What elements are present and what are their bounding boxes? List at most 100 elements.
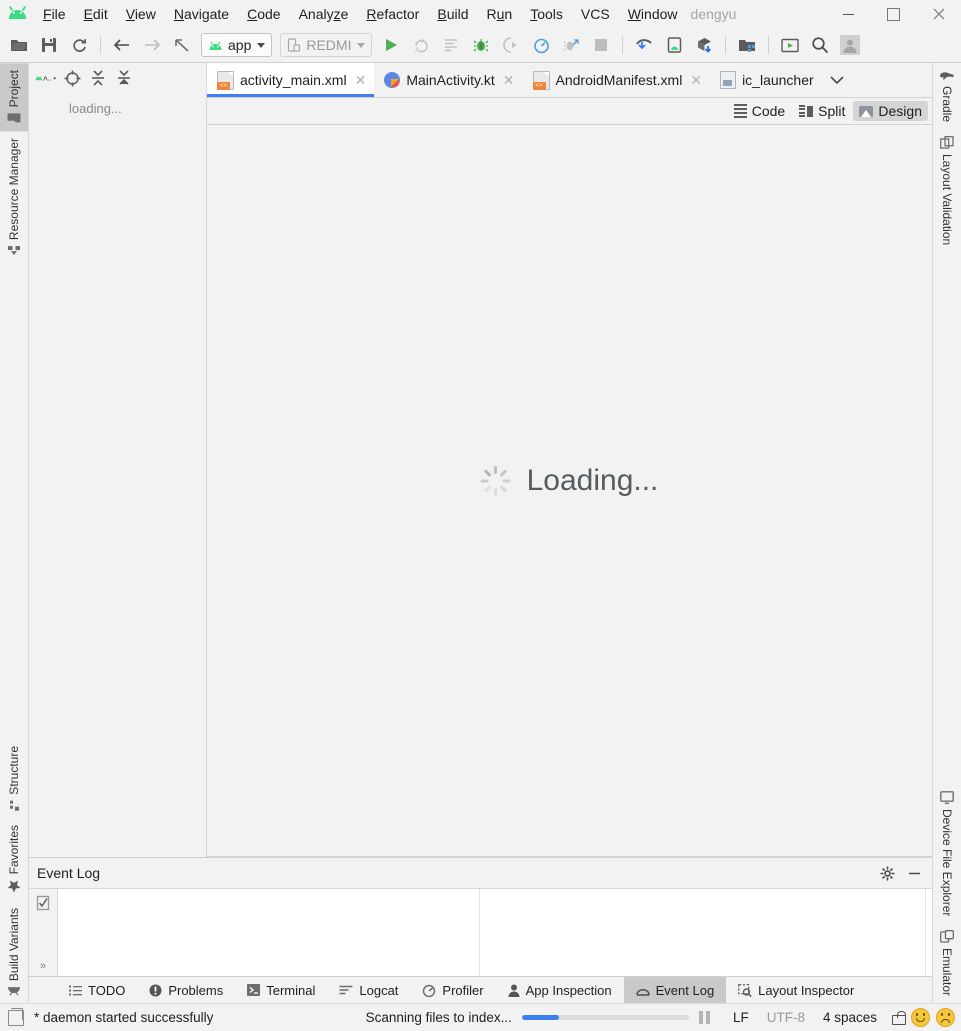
bottom-tab-event-log[interactable]: Event Log (623, 977, 727, 1003)
editor-tab-androidmanifest-xml[interactable]: <> AndroidManifest.xml ✕ (523, 63, 711, 97)
project-toolbar: A.. (29, 63, 206, 93)
chevron-down-icon (257, 42, 266, 48)
sidebar-item-project[interactable]: Project (0, 63, 28, 132)
bottom-tab-todo[interactable]: TODO (57, 977, 137, 1003)
menu-vcs[interactable]: VCS (572, 0, 619, 28)
close-icon[interactable]: ✕ (355, 73, 367, 87)
sidebar-item-label: Favorites (7, 825, 21, 875)
bottom-tab-layout-inspector[interactable]: Layout Inspector (726, 977, 866, 1003)
pause-icon[interactable] (698, 1011, 710, 1024)
sidebar-item-structure[interactable]: Structure (0, 739, 28, 819)
editor-tab-label: MainActivity.kt (406, 72, 495, 88)
search-everywhere-icon[interactable] (807, 32, 833, 58)
toggle-toolwindows-icon[interactable] (8, 1007, 24, 1026)
user-avatar-icon[interactable] (837, 32, 863, 58)
menu-code[interactable]: Code (238, 0, 289, 28)
select-opened-file-icon[interactable] (61, 67, 83, 89)
editor-tab-activity-main-xml[interactable]: <> activity_main.xml ✕ (207, 63, 375, 97)
menu-window[interactable]: Window (619, 0, 687, 28)
forward-icon[interactable] (139, 32, 165, 58)
minimize-icon[interactable] (907, 866, 922, 881)
view-mode-code[interactable]: Code (728, 101, 791, 121)
sidebar-item-gradle[interactable]: Gradle (933, 63, 961, 129)
project-structure-icon[interactable] (734, 32, 760, 58)
run-icon[interactable] (378, 32, 404, 58)
sidebar-item-build-variants[interactable]: Build Variants (0, 901, 28, 1003)
sidebar-item-favorites[interactable]: Favorites (0, 818, 28, 900)
sidebar-item-layout-validation[interactable]: Layout Validation (933, 129, 961, 252)
profiler-icon[interactable] (528, 32, 554, 58)
expand-all-icon[interactable] (87, 67, 109, 89)
close-button[interactable] (916, 0, 961, 28)
menu-refactor[interactable]: Refactor (357, 0, 428, 28)
kotlin-file-icon (384, 72, 401, 88)
gear-icon[interactable] (880, 866, 895, 881)
project-tool-window: A.. loading... (29, 63, 207, 857)
open-folder-icon[interactable] (6, 32, 32, 58)
xml-manifest-file-icon: <> (532, 70, 550, 90)
event-log-content[interactable] (58, 889, 932, 976)
module-selector-label: app (228, 37, 252, 53)
sidebar-item-emulator[interactable]: Emulator (933, 923, 961, 1003)
menu-run[interactable]: Run (478, 0, 522, 28)
avd-manager-icon[interactable] (661, 32, 687, 58)
smiley-sad-icon[interactable] (936, 1008, 955, 1027)
toolbar-separator (725, 36, 727, 54)
bottom-tab-app-inspection[interactable]: App Inspection (496, 977, 624, 1003)
sync-project-icon[interactable] (691, 32, 717, 58)
smiley-happy-icon[interactable] (911, 1008, 930, 1027)
menu-view[interactable]: View (117, 0, 165, 28)
collapse-all-icon[interactable] (113, 67, 135, 89)
run-with-coverage-icon[interactable] (498, 32, 524, 58)
menu-analyze[interactable]: Analyze (290, 0, 358, 28)
layout-inspector-icon[interactable] (777, 32, 803, 58)
editor-view-mode-toolbar: Code Split Design (207, 98, 932, 125)
editor-tab-ic-launcher[interactable]: ic_launcher (710, 63, 822, 97)
stop-icon[interactable] (588, 32, 614, 58)
android-view-selector-icon[interactable]: A.. (35, 67, 57, 89)
menu-edit[interactable]: Edit (75, 0, 117, 28)
view-mode-design[interactable]: Design (853, 101, 928, 121)
image-file-icon (720, 71, 737, 89)
progress-bar (521, 1015, 689, 1020)
module-selector[interactable]: app (201, 33, 273, 57)
bottom-tab-logcat[interactable]: Logcat (327, 977, 410, 1003)
rerun-icon[interactable]: A (408, 32, 434, 58)
view-mode-label: Design (878, 103, 922, 119)
editor-tab-mainactivity-kt[interactable]: MainActivity.kt ✕ (374, 63, 522, 97)
sidebar-item-device-file-explorer[interactable]: Device File Explorer (933, 784, 961, 923)
indent-indicator[interactable]: 4 spaces (823, 1010, 877, 1025)
chevron-down-icon[interactable] (822, 63, 852, 97)
edit-configurations-icon[interactable] (438, 32, 464, 58)
debug-icon[interactable] (468, 32, 494, 58)
back-icon[interactable] (109, 32, 135, 58)
maximize-button[interactable] (871, 0, 916, 28)
encoding-indicator[interactable]: UTF-8 (767, 1010, 805, 1025)
bottom-tab-terminal[interactable]: Terminal (235, 977, 327, 1003)
previous-edit-icon[interactable] (169, 32, 195, 58)
save-all-icon[interactable] (36, 32, 62, 58)
bottom-tab-label: TODO (88, 982, 126, 998)
close-icon[interactable]: ✕ (690, 73, 702, 87)
sdk-manager-icon[interactable] (631, 32, 657, 58)
editor-area: <> activity_main.xml ✕ MainActivity.kt ✕… (207, 63, 932, 857)
editor-tab-label: ic_launcher (742, 72, 814, 88)
design-surface: Loading... (207, 125, 932, 857)
sync-icon[interactable] (66, 32, 92, 58)
sidebar-item-resource-manager[interactable]: Resource Manager (0, 131, 28, 264)
device-selector[interactable]: REDMI (280, 33, 373, 57)
menu-build[interactable]: Build (428, 0, 477, 28)
view-mode-split[interactable]: Split (793, 101, 851, 121)
bottom-tab-problems[interactable]: Problems (137, 977, 235, 1003)
menu-file[interactable]: File (34, 0, 75, 28)
line-separator-indicator[interactable]: LF (733, 1010, 749, 1025)
menu-navigate[interactable]: Navigate (165, 0, 238, 28)
unlocked-icon[interactable] (892, 1010, 906, 1025)
mark-all-read-icon[interactable] (36, 895, 50, 911)
close-icon[interactable]: ✕ (503, 73, 515, 87)
attach-debugger-icon[interactable] (558, 32, 584, 58)
menu-tools[interactable]: Tools (521, 0, 572, 28)
expand-chevrons-icon[interactable]: » (40, 960, 46, 972)
bottom-tab-profiler[interactable]: Profiler (410, 977, 495, 1003)
minimize-button[interactable] (826, 0, 871, 28)
